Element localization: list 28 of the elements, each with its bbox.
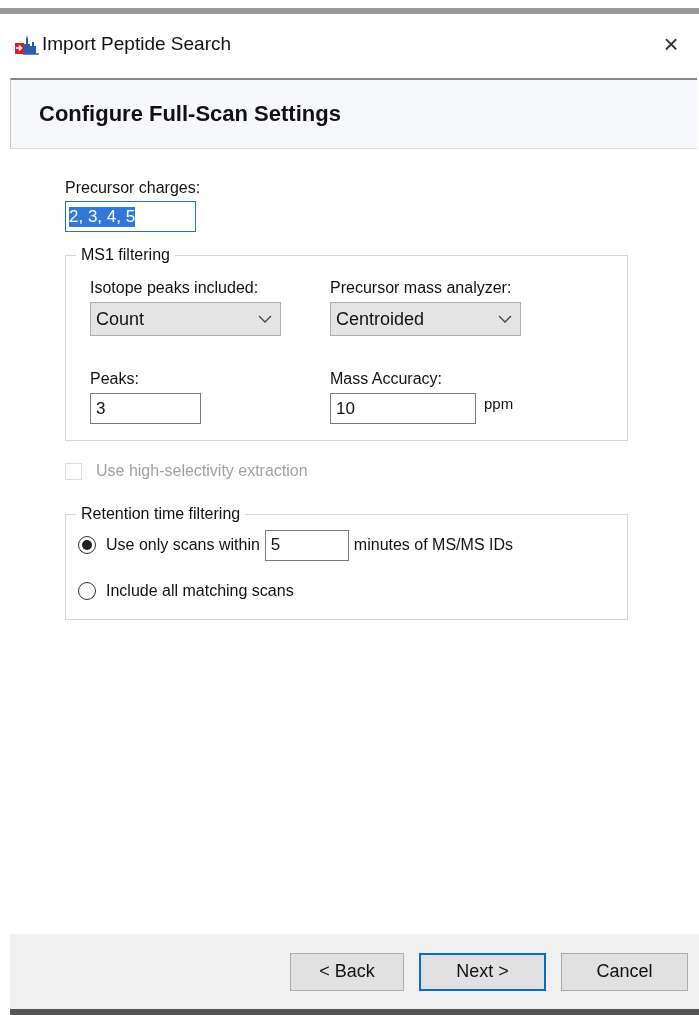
dialog-button[interactable]: Next > bbox=[419, 952, 546, 991]
field-label: Precursor charges: bbox=[65, 179, 201, 197]
radio-button[interactable] bbox=[78, 582, 96, 600]
text-field[interactable]: 2, 3, 4, 5 bbox=[65, 201, 196, 232]
dropdown[interactable]: Centroided bbox=[330, 302, 521, 336]
dialog-button[interactable]: Cancel bbox=[561, 952, 688, 991]
unit-label: minutes of MS/MS IDs bbox=[353, 536, 513, 554]
close-button[interactable]: × bbox=[651, 28, 691, 60]
text-field[interactable]: 3 bbox=[90, 393, 201, 424]
radio-button[interactable] bbox=[78, 536, 96, 554]
page-heading: Configure Full-Scan Settings bbox=[39, 101, 341, 127]
text-field[interactable]: 10 bbox=[330, 393, 476, 424]
checkbox-label: Use high-selectivity extraction bbox=[96, 462, 308, 480]
field-label: Peaks: bbox=[90, 370, 139, 388]
dialog-button[interactable]: < Back bbox=[290, 952, 404, 991]
radio-label: Use only scans within bbox=[106, 536, 260, 554]
field-label: Isotope peaks included: bbox=[90, 279, 259, 297]
chevron-down-icon bbox=[258, 315, 272, 323]
unit-label: ppm bbox=[484, 395, 514, 412]
window-title: Import Peptide Search bbox=[42, 33, 233, 55]
radio-label: Include all matching scans bbox=[106, 582, 294, 600]
field-label: Precursor mass analyzer: bbox=[330, 279, 512, 297]
dropdown[interactable]: Count bbox=[90, 302, 281, 336]
chevron-down-icon bbox=[498, 315, 512, 323]
group-title: MS1 filtering bbox=[80, 246, 171, 264]
text-field[interactable]: 5 bbox=[264, 529, 349, 561]
field-label: Mass Accuracy: bbox=[330, 370, 443, 388]
group-title: Retention time filtering bbox=[80, 505, 242, 523]
